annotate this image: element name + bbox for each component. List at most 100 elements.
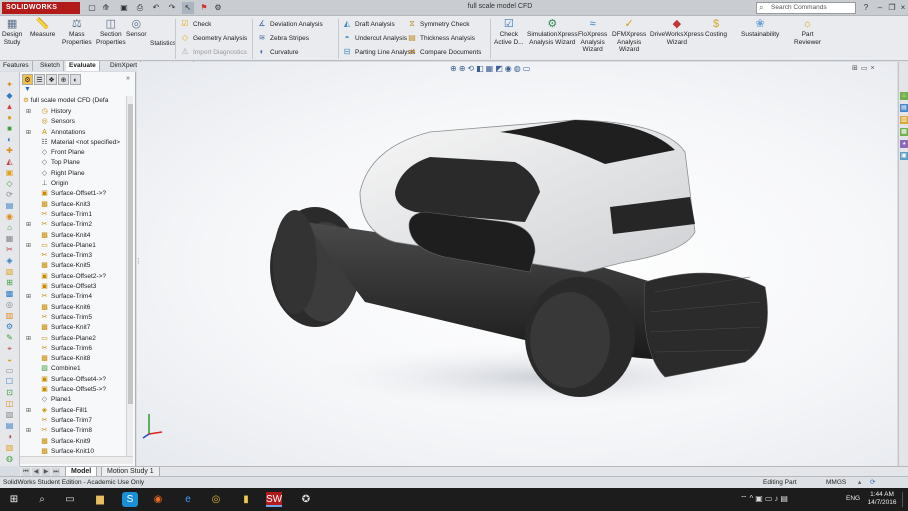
prev-tab-icon[interactable]: ◀ [32, 468, 40, 476]
tree-root[interactable]: ⚙ full scale model CFD (Defa [23, 96, 108, 104]
tree-item[interactable]: ✂ Surface-Trim7 [28, 416, 128, 426]
solidworks-logo[interactable]: SOLIDWORKS [2, 2, 80, 14]
options-icon[interactable]: ⚙ [212, 2, 224, 14]
tree-item[interactable]: ⊞ ◈ Surface-Fill1 [26, 406, 128, 416]
dfmxpress-button[interactable]: ✓ DFMXpress Analysis Wizard [612, 18, 646, 54]
part-reviewer-button[interactable]: ☼ Part Reviewer [794, 18, 821, 46]
panel-splitter-handle[interactable]: ⋮ [135, 257, 142, 265]
expand-toggle-icon[interactable]: ⊞ [26, 220, 31, 230]
new-document-icon[interactable]: ▢ [86, 2, 98, 14]
sketch-tool-icon[interactable]: ◆ [4, 91, 15, 100]
compare-documents-button[interactable]: ⇄ Compare Documents [407, 46, 482, 58]
sketch-tool-icon[interactable]: ◍ [4, 454, 15, 463]
tree-item[interactable]: ⊞ ✂ Surface-Trim8 [26, 426, 128, 436]
tree-item[interactable]: ✂ Surface-Trim6 [28, 344, 128, 354]
sketch-tool-icon[interactable]: ▭ [4, 366, 15, 375]
section-properties-button[interactable]: ◫ Section Properties [96, 18, 126, 46]
sketch-tool-icon[interactable]: ✦ [4, 80, 15, 89]
sketch-tool-icon[interactable]: ◭ [4, 157, 15, 166]
sketch-tool-icon[interactable]: ▤ [4, 201, 15, 210]
check-button[interactable]: ☑ Check [180, 18, 211, 30]
geometry-analysis-button[interactable]: ◇ Geometry Analysis [180, 32, 247, 44]
filter-icon[interactable]: ▼ [24, 86, 31, 93]
view-palette-icon[interactable]: ▦ [900, 128, 908, 136]
sustainability-button[interactable]: ❀ Sustainability [741, 18, 779, 39]
car-3d-model[interactable] [245, 112, 775, 412]
tree-item[interactable]: ▣ Surface-Offset3 [28, 282, 128, 292]
undo-icon[interactable]: ↶ [150, 2, 162, 14]
feature-tree-scrollbar[interactable] [126, 96, 133, 456]
thickness-analysis-button[interactable]: ▤ Thickness Analysis [407, 32, 475, 44]
expand-toggle-icon[interactable]: ⊞ [26, 426, 31, 436]
skype-icon[interactable]: S [122, 492, 138, 507]
tree-item[interactable]: ▩ Surface-Knit5 [28, 261, 128, 271]
tree-item[interactable]: ✂ Surface-Trim1 [28, 210, 128, 220]
redo-icon[interactable]: ↷ [166, 2, 178, 14]
sketch-tool-icon[interactable]: ◉ [4, 212, 15, 221]
undercut-analysis-button[interactable]: ◓ Undercut Analysis [342, 32, 407, 44]
sketch-tool-icon[interactable]: ⌂ [4, 223, 15, 232]
sketch-tool-icon[interactable]: ⚙ [4, 322, 15, 331]
property-manager-tab-icon[interactable]: ☰ [34, 74, 45, 85]
minimize-icon[interactable]: – [874, 2, 886, 14]
file-explorer-icon[interactable]: ▥ [900, 116, 908, 124]
measure-button[interactable]: 📏 Measure [30, 18, 55, 39]
tab-sketch[interactable]: Sketch [37, 61, 64, 71]
sketch-tool-icon[interactable]: ▧ [4, 410, 15, 419]
expand-toggle-icon[interactable]: ⊞ [26, 107, 31, 117]
chrome-icon[interactable]: ◎ [208, 492, 224, 507]
design-study-button[interactable]: ▦ Design Study [2, 18, 22, 46]
tree-item[interactable]: ◇ Plane1 [28, 395, 128, 405]
previous-view-icon[interactable]: ⟲ [467, 64, 476, 73]
display-manager-tab-icon[interactable]: ◐ [70, 74, 81, 85]
heads-up-view-toolbar[interactable]: ⊕⊕⟲◧▦◩◉◍▭ [450, 64, 532, 73]
tree-item[interactable]: ▩ Surface-Knit9 [28, 437, 128, 447]
section-view-icon[interactable]: ◧ [476, 64, 486, 73]
system-clock[interactable]: 1:44 AM 14/7/2016 [862, 491, 902, 507]
tree-item[interactable]: ▣ Surface-Offset1->? [28, 189, 128, 199]
view-orientation-icon[interactable]: ▦ [486, 64, 496, 73]
tree-item[interactable]: ▩ Surface-Knit4 [28, 231, 128, 241]
tree-item[interactable]: ✂ Surface-Trim5 [28, 313, 128, 323]
appearances-icon[interactable]: ◕ [900, 140, 908, 148]
mass-properties-button[interactable]: ⚖ Mass Properties [62, 18, 92, 46]
firefox-icon[interactable]: ◉ [150, 492, 166, 507]
check-active-doc-button[interactable]: ☑ Check Active D... [494, 18, 524, 46]
driveworksxpress-button[interactable]: ◆ DriveWorksXpress Wizard [650, 18, 704, 46]
draft-analysis-button[interactable]: ◭ Draft Analysis [342, 18, 395, 30]
save-icon[interactable]: ▣ [118, 2, 130, 14]
tree-item[interactable]: ⊞ A Annotations [26, 128, 128, 138]
system-tray[interactable]: ⌔^▣▭♪▤ [740, 494, 790, 504]
tree-item[interactable]: ▩ Surface-Knit3 [28, 200, 128, 210]
sketch-tool-icon[interactable]: ☐ [4, 377, 15, 386]
feature-manager-tab-icon[interactable]: ⚙ [22, 74, 33, 85]
expand-toggle-icon[interactable]: ⊞ [26, 292, 31, 302]
sketch-tool-icon[interactable]: ◈ [4, 256, 15, 265]
next-tab-icon[interactable]: ▶ [42, 468, 50, 476]
network-icon[interactable]: ▣ [755, 494, 765, 503]
display-style-icon[interactable]: ◩ [495, 64, 505, 73]
view-minimize-icon[interactable]: ▭ [861, 65, 871, 72]
design-library-icon[interactable]: ▤ [900, 104, 908, 112]
view-close-icon[interactable]: × [871, 65, 878, 72]
configuration-manager-tab-icon[interactable]: ❖ [46, 74, 57, 85]
tab-features[interactable]: Features [0, 61, 33, 71]
wifi-icon[interactable]: ⌔ [740, 494, 750, 503]
tree-item[interactable]: ▣ Surface-Offset5->? [28, 385, 128, 395]
sketch-tool-icon[interactable]: ▣ [4, 168, 15, 177]
tree-item[interactable]: ◇ Front Plane [28, 148, 128, 158]
tree-item[interactable]: ▣ Surface-Offset4->? [28, 375, 128, 385]
sketch-tool-icon[interactable]: ◐ [4, 135, 15, 144]
sketch-tool-icon[interactable]: ⊞ [4, 278, 15, 287]
sketch-tool-icon[interactable]: ● [4, 113, 15, 122]
search-taskbar-icon[interactable]: ⌕ [34, 492, 50, 507]
tree-item[interactable]: ⊥ Origin [28, 179, 128, 189]
tree-item[interactable]: ⊞ ◷ History [26, 107, 128, 117]
sketch-tool-icon[interactable]: ▧ [4, 267, 15, 276]
last-tab-icon[interactable]: ⏭ [52, 468, 60, 476]
tree-item[interactable]: ▧ Combine1 [28, 364, 128, 374]
rebuild-icon[interactable]: ⚑ [198, 2, 210, 14]
zoom-to-fit-icon[interactable]: ⊕ [450, 64, 459, 73]
appearance-icon[interactable]: ◍ [514, 64, 523, 73]
windows-start-icon[interactable]: ⊞ [6, 492, 22, 507]
